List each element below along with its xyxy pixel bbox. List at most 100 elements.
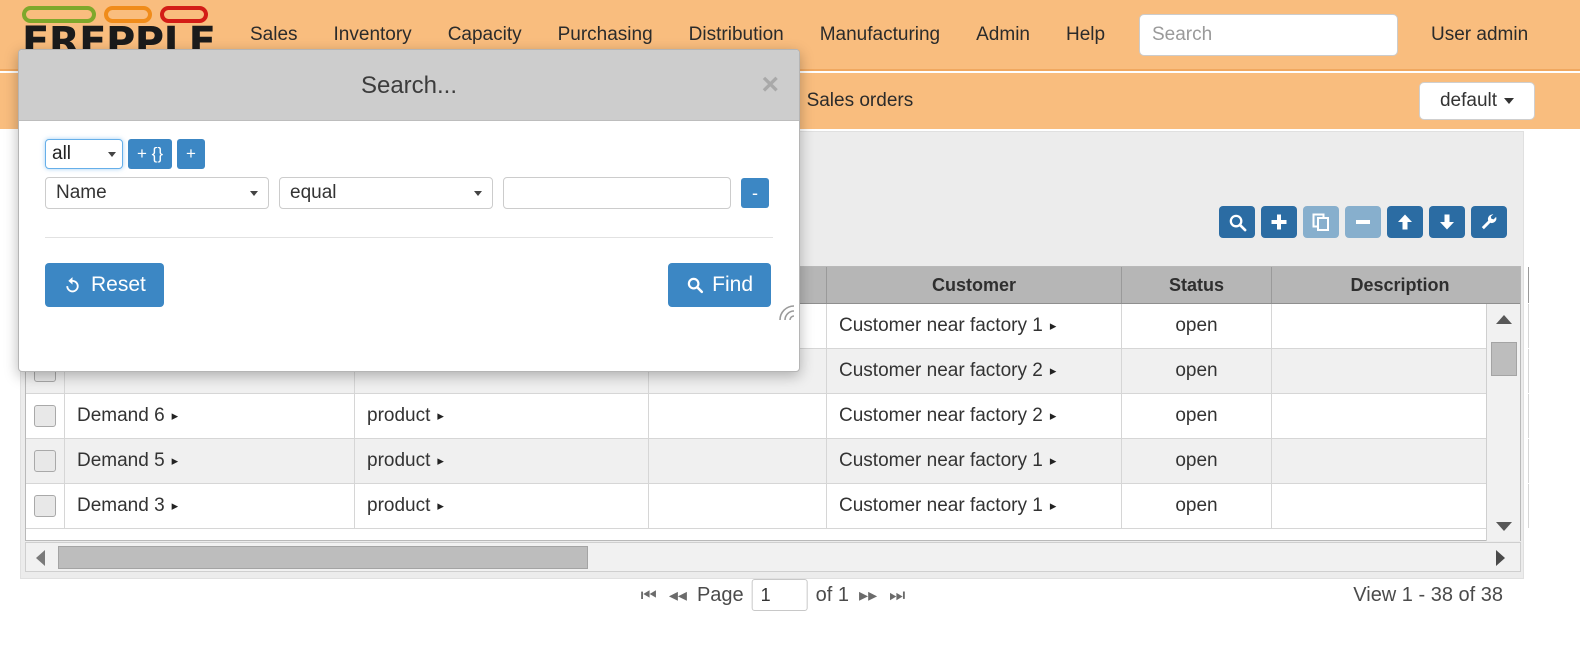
cell-name-text: Demand 6	[77, 405, 165, 427]
undo-icon	[63, 276, 82, 295]
next-page-button[interactable]: ▸▸	[857, 585, 879, 606]
last-page-button[interactable]: ⏭	[887, 585, 907, 606]
filter-field-value: Name	[56, 182, 107, 204]
filter-field-select[interactable]: Name	[45, 177, 269, 209]
search-icon	[686, 276, 704, 294]
tools-button[interactable]	[1471, 206, 1507, 238]
vertical-scroll-thumb[interactable]	[1491, 342, 1517, 376]
cell-customer[interactable]: Customer near factory 1▸	[827, 484, 1122, 528]
grid-horizontal-scrollbar[interactable]	[25, 542, 1521, 572]
row-checkbox-cell[interactable]	[26, 394, 65, 438]
drilldown-arrow-icon[interactable]: ▸	[1050, 318, 1057, 334]
upload-button[interactable]	[1387, 206, 1423, 238]
filter-rule-row: Name equal -	[45, 177, 773, 209]
drilldown-arrow-icon[interactable]: ▸	[172, 453, 179, 469]
grid-header-customer[interactable]: Customer	[827, 267, 1122, 303]
row-checkbox[interactable]	[34, 450, 56, 472]
arrow-up-icon	[1396, 213, 1414, 231]
scroll-up-button[interactable]	[1487, 306, 1521, 332]
cell-name-text: Demand 3	[77, 495, 165, 517]
cell-name-text: Demand 5	[77, 450, 165, 472]
cell-status[interactable]: open	[1122, 304, 1272, 348]
default-view-dropdown[interactable]: default	[1419, 82, 1535, 120]
page-number-input[interactable]	[752, 579, 808, 611]
drilldown-arrow-icon[interactable]: ▸	[172, 408, 179, 424]
drilldown-arrow-icon[interactable]: ▸	[437, 498, 444, 514]
chevron-down-icon	[108, 152, 116, 157]
download-button[interactable]	[1429, 206, 1465, 238]
drilldown-arrow-icon[interactable]: ▸	[437, 453, 444, 469]
dialog-header[interactable]: Search... ×	[19, 50, 799, 121]
global-search-input[interactable]	[1139, 14, 1398, 56]
scroll-down-button[interactable]	[1487, 513, 1521, 539]
drilldown-arrow-icon[interactable]: ▸	[1050, 363, 1057, 379]
search-icon	[1228, 213, 1247, 232]
add-group-button[interactable]: + {}	[128, 139, 172, 169]
delete-button[interactable]	[1345, 206, 1381, 238]
user-menu[interactable]: User admin	[1431, 0, 1528, 69]
pager-controls: ⏮ ◂◂ Page of 1 ▸▸ ⏭	[639, 573, 908, 617]
minus-icon	[1354, 213, 1372, 231]
filter-value-input[interactable]	[503, 177, 731, 209]
cell-status[interactable]: open	[1122, 484, 1272, 528]
cell-item[interactable]: product▸	[355, 394, 649, 438]
resize-grip-icon[interactable]	[777, 303, 795, 321]
grid-vertical-scrollbar[interactable]	[1486, 304, 1520, 541]
cell-item[interactable]: product▸	[355, 484, 649, 528]
cell-item[interactable]: product▸	[355, 439, 649, 483]
row-checkbox[interactable]	[34, 405, 56, 427]
cell-customer[interactable]: Customer near factory 2▸	[827, 349, 1122, 393]
cell-customer[interactable]: Customer near factory 2 ▸	[827, 394, 1122, 438]
cell-status[interactable]: open	[1122, 349, 1272, 393]
nav-item-help[interactable]: Help	[1048, 0, 1123, 69]
add-rule-button[interactable]: +	[177, 139, 205, 169]
copy-button[interactable]	[1303, 206, 1339, 238]
reset-label: Reset	[91, 273, 146, 297]
scroll-left-button[interactable]	[30, 548, 50, 568]
row-checkbox[interactable]	[34, 495, 56, 517]
cell-status[interactable]: open	[1122, 439, 1272, 483]
cell-location[interactable]	[649, 484, 827, 528]
cell-customer[interactable]: Customer near factory 1▸	[827, 439, 1122, 483]
drilldown-arrow-icon[interactable]: ▸	[1050, 453, 1057, 469]
horizontal-scroll-thumb[interactable]	[58, 546, 588, 569]
nav-item-manufacturing[interactable]: Manufacturing	[802, 0, 958, 69]
remove-rule-button[interactable]: -	[741, 178, 769, 208]
filter-operator-select[interactable]: equal	[279, 177, 493, 209]
group-operator-select[interactable]: all	[45, 139, 123, 169]
cell-customer[interactable]: Customer near factory 1▸	[827, 304, 1122, 348]
find-button[interactable]: Find	[668, 263, 771, 307]
row-checkbox-cell[interactable]	[26, 484, 65, 528]
grid-header-description[interactable]: Description	[1272, 267, 1529, 303]
drilldown-arrow-icon[interactable]: ▸	[172, 498, 179, 514]
cell-location[interactable]	[649, 439, 827, 483]
arrow-down-icon	[1438, 213, 1456, 231]
table-row[interactable]: Demand 3 ▸ product▸ Customer near factory…	[26, 484, 1487, 529]
breadcrumb-item-sales-orders[interactable]: Sales orders	[807, 90, 914, 111]
drilldown-arrow-icon[interactable]: ▸	[437, 408, 444, 424]
close-icon[interactable]: ×	[761, 70, 779, 100]
prev-page-button[interactable]: ◂◂	[667, 585, 689, 606]
grid-pager: ⏮ ◂◂ Page of 1 ▸▸ ⏭ View 1 - 38 of 38	[21, 573, 1525, 617]
chevron-down-icon	[474, 191, 482, 196]
row-checkbox-cell[interactable]	[26, 439, 65, 483]
search-button[interactable]	[1219, 206, 1255, 238]
nav-item-admin[interactable]: Admin	[958, 0, 1048, 69]
cell-location[interactable]	[649, 394, 827, 438]
first-page-button[interactable]: ⏮	[639, 585, 659, 606]
table-row[interactable]: Demand 5 ▸ product▸ Customer near factory…	[26, 439, 1487, 484]
plus-icon	[1270, 213, 1288, 231]
cell-customer-text: Customer near factory 2	[839, 405, 1043, 427]
triangle-down-icon	[1496, 522, 1512, 531]
table-row[interactable]: Demand 6 ▸ product▸ Customer near factory…	[26, 394, 1487, 439]
scroll-right-button[interactable]	[1490, 548, 1510, 568]
cell-name[interactable]: Demand 3 ▸	[65, 484, 355, 528]
cell-status[interactable]: open	[1122, 394, 1272, 438]
drilldown-arrow-icon[interactable]: ▸	[1050, 408, 1057, 424]
cell-name[interactable]: Demand 6 ▸	[65, 394, 355, 438]
grid-header-status[interactable]: Status	[1122, 267, 1272, 303]
drilldown-arrow-icon[interactable]: ▸	[1050, 498, 1057, 514]
add-button[interactable]	[1261, 206, 1297, 238]
cell-name[interactable]: Demand 5 ▸	[65, 439, 355, 483]
reset-button[interactable]: Reset	[45, 263, 164, 307]
